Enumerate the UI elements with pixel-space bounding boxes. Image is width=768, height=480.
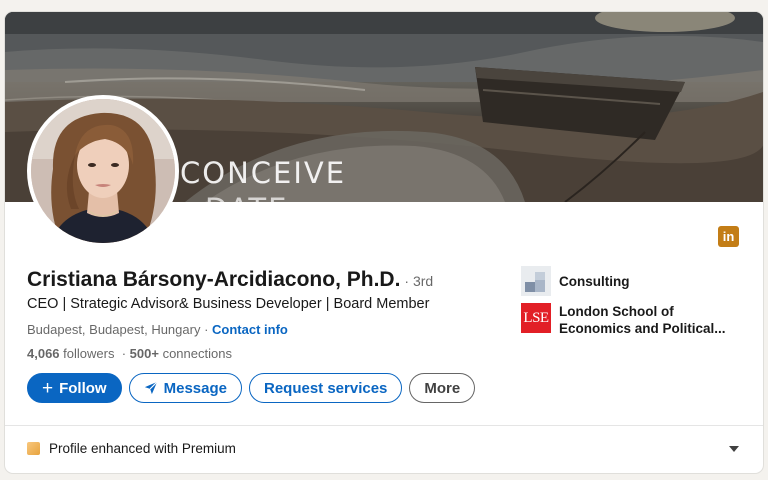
stats-row: 4,066 followers · 500+ connections (27, 346, 232, 361)
divider (5, 425, 763, 426)
school-name: London School of Economics and Political… (559, 303, 726, 337)
school-logo: LSE (521, 303, 551, 333)
premium-label: Profile enhanced with Premium (49, 441, 236, 456)
message-button[interactable]: Message (128, 373, 242, 403)
message-label: Message (163, 379, 227, 397)
banner-text: CONCEIVE (180, 156, 347, 190)
connection-degree: · 3rd (404, 273, 434, 289)
chevron-down-icon[interactable] (727, 444, 741, 454)
follow-button[interactable]: + Follow (27, 373, 122, 403)
avatar[interactable] (27, 95, 179, 247)
current-company[interactable]: Consulting (521, 266, 630, 296)
contact-info-link[interactable]: Contact info (212, 322, 288, 337)
location-row: Budapest, Budapest, Hungary · Contact in… (27, 322, 288, 337)
profile-name: Cristiana Bársony-Arcidiacono, Ph.D. (27, 268, 401, 291)
plus-icon: + (42, 377, 54, 399)
name-row: Cristiana Bársony-Arcidiacono, Ph.D. · 3… (27, 268, 433, 292)
company-name: Consulting (559, 273, 630, 289)
education[interactable]: LSE London School of Economics and Polit… (521, 303, 726, 337)
action-buttons: + Follow Message Request services More (27, 373, 476, 403)
location-separator: · (200, 322, 213, 337)
profile-card: CONCEIVE DATE in Cristian (5, 12, 763, 473)
profile-photo (31, 99, 175, 243)
followers-label: followers (63, 346, 115, 361)
company-logo (521, 266, 551, 296)
location: Budapest, Budapest, Hungary (27, 322, 201, 337)
follow-label: Follow (59, 379, 107, 397)
send-icon (144, 381, 158, 395)
premium-row[interactable]: Profile enhanced with Premium (27, 441, 236, 456)
connections-count[interactable]: 500+ (130, 346, 159, 361)
more-label: More (424, 379, 461, 397)
profile-headline: CEO | Strategic Advisor& Business Develo… (27, 296, 430, 312)
request-services-label: Request services (263, 379, 388, 397)
request-services-button[interactable]: Request services (248, 373, 403, 403)
school-name-line1: London School of (559, 304, 674, 319)
school-name-line2: Economics and Political... (559, 321, 726, 336)
more-button[interactable]: More (409, 373, 476, 403)
linkedin-icon[interactable]: in (718, 226, 739, 247)
banner-text-secondary: DATE (205, 192, 288, 202)
connections-label: connections (162, 346, 232, 361)
premium-icon (27, 442, 40, 455)
followers-count[interactable]: 4,066 (27, 346, 60, 361)
